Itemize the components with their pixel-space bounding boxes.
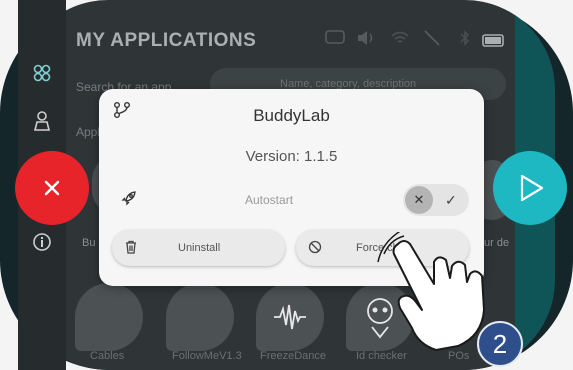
apps-icon[interactable] [18, 63, 66, 88]
robot-icon[interactable] [18, 110, 66, 137]
check-icon: ✓ [445, 192, 457, 208]
autostart-toggle[interactable]: ✕ ✓ [403, 184, 469, 216]
app-name: FollowMeV1.3 [172, 350, 242, 362]
app-tile[interactable] [166, 283, 234, 351]
battery-face-icon [325, 30, 345, 49]
app-name: Cables [90, 350, 125, 362]
play-icon [520, 174, 544, 202]
waveform-icon [274, 304, 306, 330]
app-tile[interactable] [75, 283, 143, 351]
launch-button[interactable] [493, 151, 567, 225]
close-icon [44, 180, 60, 196]
apps-section-label: Appl [76, 125, 101, 139]
page-title: MY APPLICATIONS [76, 30, 257, 51]
uninstall-button[interactable]: Uninstall [112, 230, 285, 266]
app-name: FreezeDance [260, 350, 327, 362]
volume-icon [356, 30, 376, 51]
info-icon[interactable] [18, 232, 66, 257]
block-icon [308, 240, 322, 254]
dialog-title: BuddyLab [253, 106, 330, 125]
close-button[interactable] [15, 151, 89, 225]
app-tile[interactable] [256, 283, 324, 351]
version-text: Version: 1.1.5 [245, 148, 338, 165]
step-badge: 2 [477, 321, 523, 367]
wifi-icon [391, 30, 409, 51]
no-connection-icon [423, 30, 441, 51]
close-icon: ✕ [405, 186, 433, 214]
app-name: Bu [82, 237, 96, 249]
autostart-label: Autostart [245, 193, 294, 207]
battery-icon [482, 30, 504, 53]
rocket-icon [121, 191, 136, 206]
bluetooth-icon [460, 30, 470, 51]
uninstall-label: Uninstall [178, 242, 221, 254]
trash-icon [126, 240, 136, 254]
